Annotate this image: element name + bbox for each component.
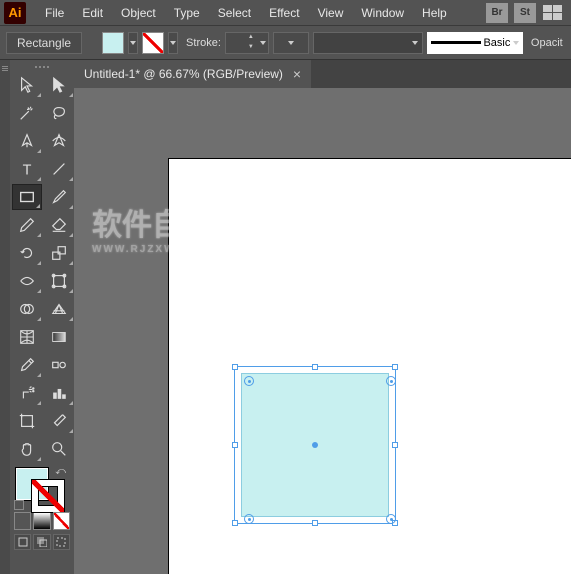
direct-selection-tool[interactable] [44, 72, 74, 98]
menu-bar: Ai File Edit Object Type Select Effect V… [0, 0, 571, 26]
stroke-weight-input[interactable]: ▲▼ [225, 32, 269, 54]
fill-stroke-proxy[interactable]: ⤺ [12, 466, 72, 510]
control-bar: Rectangle Stroke: ▲▼ Basic Opacit [0, 26, 571, 60]
pen-tool[interactable] [12, 128, 42, 154]
stroke-swatch[interactable] [32, 480, 64, 512]
variable-width-profile-dropdown[interactable] [273, 32, 309, 54]
artboard-tool[interactable] [12, 408, 42, 434]
arrange-documents-icon[interactable] [543, 5, 563, 21]
toolbar-grip-icon[interactable] [12, 62, 72, 72]
pencil-tool[interactable] [12, 212, 42, 238]
menu-view[interactable]: View [309, 2, 353, 24]
stock-badge-icon[interactable]: St [514, 3, 536, 23]
opacity-label: Opacit [531, 37, 563, 49]
menu-help[interactable]: Help [413, 2, 456, 24]
resize-handle-nw[interactable] [232, 364, 238, 370]
fill-color-dropdown[interactable] [128, 32, 138, 54]
brush-stroke-preview-icon [431, 41, 481, 44]
menu-effect[interactable]: Effect [260, 2, 308, 24]
center-point-icon[interactable] [312, 442, 318, 448]
draw-inside-icon[interactable] [53, 534, 70, 550]
draw-screen-mode-row [12, 532, 72, 554]
stroke-color-dropdown[interactable] [168, 32, 178, 54]
tool-palette: T ⤺ [10, 60, 74, 556]
resize-handle-ne[interactable] [392, 364, 398, 370]
document-tab-title: Untitled-1* @ 66.67% (RGB/Preview) [84, 67, 283, 81]
swap-fill-stroke-icon[interactable]: ⤺ [55, 466, 66, 477]
document-tab-bar: Untitled-1* @ 66.67% (RGB/Preview) × [74, 60, 571, 88]
menu-window[interactable]: Window [352, 2, 413, 24]
menu-file[interactable]: File [36, 2, 73, 24]
resize-handle-n[interactable] [312, 364, 318, 370]
panel-dock-strip[interactable] [0, 60, 10, 574]
magic-wand-tool[interactable] [12, 100, 42, 126]
resize-handle-s[interactable] [312, 520, 318, 526]
selection-type-label[interactable]: Rectangle [6, 32, 82, 54]
color-chip-none[interactable] [53, 512, 70, 530]
menu-type[interactable]: Type [165, 2, 209, 24]
shape-builder-tool[interactable] [12, 296, 42, 322]
brush-definition-dropdown[interactable] [313, 32, 423, 54]
app-logo-icon: Ai [4, 2, 26, 24]
scale-tool[interactable] [44, 240, 74, 266]
color-chip-solid[interactable] [14, 512, 31, 530]
column-graph-tool[interactable] [44, 380, 74, 406]
type-tool[interactable]: T [12, 156, 42, 182]
lasso-tool[interactable] [44, 100, 74, 126]
mesh-tool[interactable] [12, 324, 42, 350]
menu-edit[interactable]: Edit [73, 2, 112, 24]
brush-basic-dropdown[interactable]: Basic [427, 32, 523, 54]
width-tool[interactable] [12, 268, 42, 294]
grip-icon [0, 62, 10, 74]
gradient-tool[interactable] [44, 324, 74, 350]
resize-handle-w[interactable] [232, 442, 238, 448]
live-corner-se-icon[interactable] [386, 514, 396, 524]
svg-text:T: T [23, 162, 32, 178]
free-transform-tool[interactable] [44, 268, 74, 294]
live-corner-sw-icon[interactable] [244, 514, 254, 524]
canvas-area[interactable]: 软件自学网 WWW.RJZXW.COM [74, 88, 571, 574]
rotate-tool[interactable] [12, 240, 42, 266]
slice-tool[interactable] [44, 408, 74, 434]
draw-normal-icon[interactable] [14, 534, 31, 550]
resize-handle-sw[interactable] [232, 520, 238, 526]
bridge-badge-icon[interactable]: Br [486, 3, 508, 23]
brush-name: Basic [483, 37, 510, 49]
default-fill-stroke-icon[interactable] [14, 500, 24, 510]
curvature-tool[interactable] [44, 128, 74, 154]
draw-behind-icon[interactable] [33, 534, 50, 550]
selection-bounding-box[interactable] [234, 366, 396, 524]
color-chip-gradient[interactable] [33, 512, 50, 530]
eyedropper-tool[interactable] [12, 352, 42, 378]
document-tab[interactable]: Untitled-1* @ 66.67% (RGB/Preview) × [74, 60, 311, 88]
color-mode-row [12, 510, 72, 532]
stroke-color-swatch[interactable] [142, 32, 164, 54]
eraser-tool[interactable] [44, 212, 74, 238]
blend-tool[interactable] [44, 352, 74, 378]
selection-tool[interactable] [12, 72, 42, 98]
menu-object[interactable]: Object [112, 2, 165, 24]
close-tab-icon[interactable]: × [293, 66, 301, 82]
paintbrush-tool[interactable] [44, 184, 74, 210]
zoom-tool[interactable] [44, 436, 74, 462]
live-corner-ne-icon[interactable] [386, 376, 396, 386]
resize-handle-e[interactable] [392, 442, 398, 448]
rectangle-tool[interactable] [12, 184, 42, 210]
hand-tool[interactable] [12, 436, 42, 462]
symbol-sprayer-tool[interactable] [12, 380, 42, 406]
fill-color-swatch[interactable] [102, 32, 124, 54]
line-segment-tool[interactable] [44, 156, 74, 182]
menu-select[interactable]: Select [209, 2, 260, 24]
perspective-grid-tool[interactable] [44, 296, 74, 322]
live-corner-nw-icon[interactable] [244, 376, 254, 386]
stroke-weight-label: Stroke: [186, 37, 221, 49]
